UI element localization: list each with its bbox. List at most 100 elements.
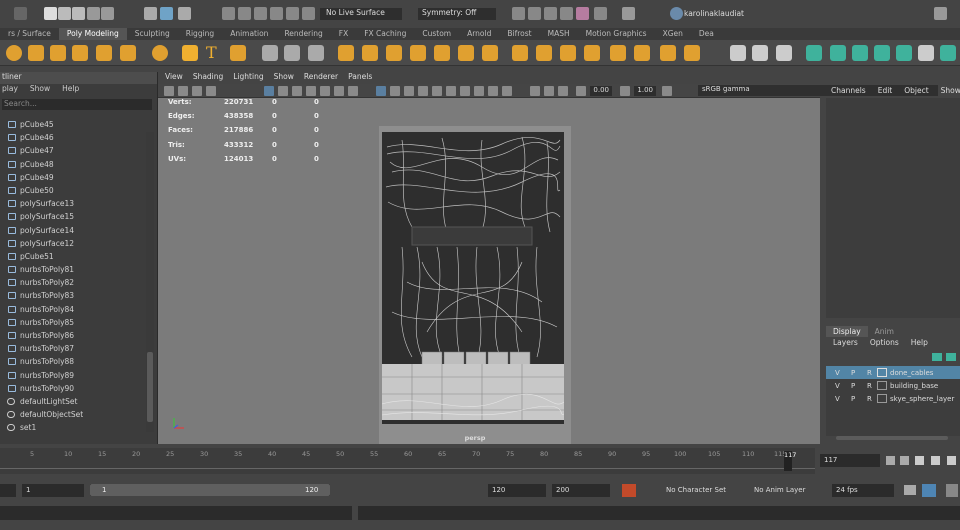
poly-plane-icon[interactable] <box>120 45 136 61</box>
text-icon[interactable]: T <box>206 45 222 61</box>
uv-cylindrical-icon[interactable] <box>830 45 846 61</box>
shelf-tab[interactable]: Sculpting <box>127 28 178 40</box>
outliner-item[interactable]: nurbsToPoly83 <box>0 289 146 302</box>
visibility-toggle[interactable]: V <box>835 382 840 390</box>
menu-view[interactable]: View <box>165 72 183 84</box>
scrollbar-thumb[interactable] <box>147 352 153 422</box>
outliner-item[interactable]: pCube51 <box>0 250 146 263</box>
uv-auto-icon[interactable] <box>874 45 890 61</box>
shelf-tab[interactable]: FX <box>331 28 356 40</box>
outliner-search-input[interactable]: Search... <box>2 99 152 110</box>
outliner-item[interactable]: nurbsToPoly84 <box>0 303 146 316</box>
ambient-occlusion-icon[interactable] <box>460 86 470 96</box>
render-settings-icon[interactable] <box>560 7 573 20</box>
bridge-icon[interactable] <box>512 45 528 61</box>
merge-icon[interactable] <box>584 45 600 61</box>
motion-blur-icon[interactable] <box>474 86 484 96</box>
menu-help[interactable]: Help <box>62 84 79 96</box>
outliner-item[interactable]: polySurface13 <box>0 197 146 210</box>
xray-icon[interactable] <box>544 86 554 96</box>
live-surface-field[interactable]: No Live Surface <box>320 8 402 20</box>
hypershade-icon[interactable] <box>576 7 589 20</box>
current-frame-marker[interactable]: 117 <box>784 451 796 471</box>
electrical-panel-model[interactable] <box>382 132 564 424</box>
append-icon[interactable] <box>560 45 576 61</box>
reduce-icon[interactable] <box>386 45 402 61</box>
layer-color-swatch[interactable] <box>877 381 887 390</box>
poly-sphere-icon[interactable] <box>6 45 22 61</box>
wireframe-on-shaded-icon[interactable] <box>404 86 414 96</box>
shelf-tab[interactable]: Motion Graphics <box>578 28 655 40</box>
outliner-scrollbar[interactable] <box>146 132 154 432</box>
layer-color-swatch[interactable] <box>877 368 887 377</box>
layer-row[interactable]: V P R done_cables <box>826 366 960 379</box>
color-management-icon[interactable] <box>662 86 672 96</box>
snap-curve-icon[interactable] <box>238 7 251 20</box>
outliner-item[interactable]: pCube47 <box>0 144 146 157</box>
combine-icon[interactable] <box>262 45 278 61</box>
user-name[interactable]: karolinaklaudiat <box>684 9 744 18</box>
range-slider-handle[interactable]: 1 120 <box>90 484 330 496</box>
outliner-item[interactable]: pCube48 <box>0 158 146 171</box>
range-slider[interactable]: 1 120 <box>90 484 330 496</box>
shelf-tab[interactable]: Rendering <box>276 28 330 40</box>
new-layer-icon[interactable] <box>932 353 942 361</box>
animation-end-field[interactable]: 200 <box>552 484 610 497</box>
playback-start-field[interactable]: 1 <box>22 484 84 497</box>
layer-name[interactable]: skye_sphere_layer <box>890 395 954 403</box>
connect-icon[interactable] <box>660 45 676 61</box>
character-icon[interactable] <box>946 484 958 497</box>
multi-cut-icon[interactable] <box>610 45 626 61</box>
step-back-key-icon[interactable] <box>900 456 909 465</box>
safe-title-icon[interactable] <box>348 86 358 96</box>
menu-panels[interactable]: Panels <box>348 72 372 84</box>
shelf-tab[interactable]: Rigging <box>178 28 222 40</box>
camera-attributes-icon[interactable] <box>178 86 188 96</box>
field-chart-icon[interactable] <box>320 86 330 96</box>
super-shape-icon[interactable] <box>182 45 198 61</box>
shelf-tab[interactable]: XGen <box>655 28 691 40</box>
outliner-item[interactable]: polySurface12 <box>0 237 146 250</box>
separate-icon[interactable] <box>284 45 300 61</box>
isolate-select-icon[interactable] <box>530 86 540 96</box>
loop-icon[interactable] <box>904 485 916 495</box>
fill-hole-icon[interactable] <box>536 45 552 61</box>
step-back-frame-icon[interactable] <box>915 456 924 465</box>
shelf-tab[interactable]: rs / Surface <box>0 28 59 40</box>
play-backwards-icon[interactable] <box>931 456 940 465</box>
outliner-item[interactable]: defaultLightSet <box>0 395 146 408</box>
time-slider[interactable]: 5 10 15 20 25 30 35 40 45 50 55 60 65 70… <box>0 448 815 474</box>
uv-editor-icon[interactable] <box>918 45 934 61</box>
render-frame-icon[interactable] <box>528 7 541 20</box>
bevel-icon[interactable] <box>482 45 498 61</box>
save-scene-icon[interactable] <box>72 7 85 20</box>
layer-name[interactable]: building_base <box>890 382 938 390</box>
reference-toggle[interactable]: R <box>867 382 872 390</box>
lasso-icon[interactable] <box>178 7 191 20</box>
fps-dropdown[interactable]: 24 fps <box>832 484 894 497</box>
layer-color-swatch[interactable] <box>877 394 887 403</box>
wireframe-icon[interactable] <box>376 86 386 96</box>
symmetry-dropdown[interactable]: Symmetry: Off <box>418 8 496 20</box>
snap-point-icon[interactable] <box>254 7 267 20</box>
menu-display[interactable]: play <box>2 84 18 96</box>
mirror-icon[interactable] <box>338 45 354 61</box>
auto-key-icon[interactable] <box>622 484 636 497</box>
safe-action-icon[interactable] <box>334 86 344 96</box>
menu-channels[interactable]: Channels <box>831 86 866 98</box>
image-plane-icon[interactable] <box>206 86 216 96</box>
outliner-item[interactable]: set1 <box>0 421 146 434</box>
shadows-icon[interactable] <box>446 86 456 96</box>
menu-edit[interactable]: Edit <box>878 86 893 98</box>
shelf-tab[interactable]: MASH <box>540 28 578 40</box>
outliner-item[interactable]: polySurface15 <box>0 210 146 223</box>
playback-end-field[interactable]: 120 <box>488 484 546 497</box>
tab-anim[interactable]: Anim <box>868 326 901 337</box>
grid-icon[interactable] <box>264 86 274 96</box>
outliner-item[interactable]: nurbsToPoly89 <box>0 369 146 382</box>
anti-aliasing-icon[interactable] <box>488 86 498 96</box>
ipr-render-icon[interactable] <box>544 7 557 20</box>
menu-options[interactable]: Options <box>870 338 899 350</box>
insert-edge-loop-icon[interactable] <box>684 45 700 61</box>
arnold-render-icon[interactable] <box>594 7 607 20</box>
